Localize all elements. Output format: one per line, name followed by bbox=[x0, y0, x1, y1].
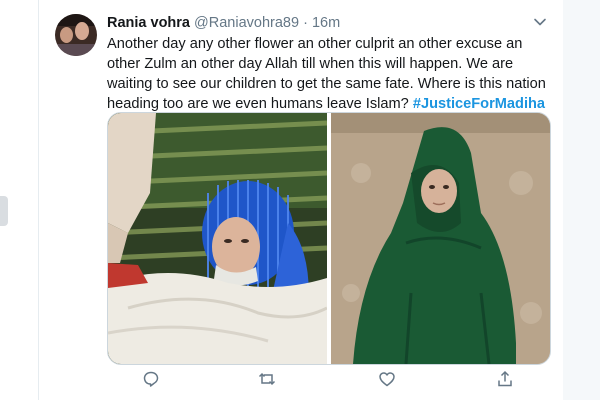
reply-icon[interactable] bbox=[142, 370, 160, 388]
chevron-down-icon[interactable] bbox=[532, 14, 548, 30]
photo-right[interactable] bbox=[331, 113, 550, 364]
retweet-icon[interactable] bbox=[258, 370, 276, 388]
tweet-actions bbox=[107, 368, 553, 390]
scroll-edge-tab bbox=[0, 196, 8, 226]
media-grid bbox=[107, 112, 551, 365]
tweet-timestamp[interactable]: 16m bbox=[312, 15, 340, 31]
avatar[interactable] bbox=[55, 14, 97, 56]
avatar-shirt bbox=[55, 44, 97, 56]
author-handle[interactable]: @Raniavohra89 bbox=[194, 15, 299, 31]
hashtag-link[interactable]: #JusticeForMadiha bbox=[413, 96, 545, 112]
tweet-text: Another day any other flower an other cu… bbox=[107, 34, 553, 114]
heart-icon[interactable] bbox=[378, 370, 396, 388]
photo-right-art bbox=[331, 113, 550, 364]
separator-dot: · bbox=[303, 15, 308, 31]
author-name[interactable]: Rania vohra bbox=[107, 15, 190, 31]
avatar-face bbox=[75, 22, 89, 40]
tweet-card[interactable]: Rania vohra @Raniavohra89 · 16m Another … bbox=[38, 0, 564, 400]
photo-left-art bbox=[108, 113, 327, 364]
share-icon[interactable] bbox=[496, 370, 514, 388]
tweet-header: Rania vohra @Raniavohra89 · 16m bbox=[107, 14, 340, 32]
right-gutter bbox=[563, 0, 600, 400]
photo-left[interactable] bbox=[108, 113, 327, 364]
left-gutter bbox=[0, 0, 38, 400]
avatar-face bbox=[60, 27, 73, 43]
